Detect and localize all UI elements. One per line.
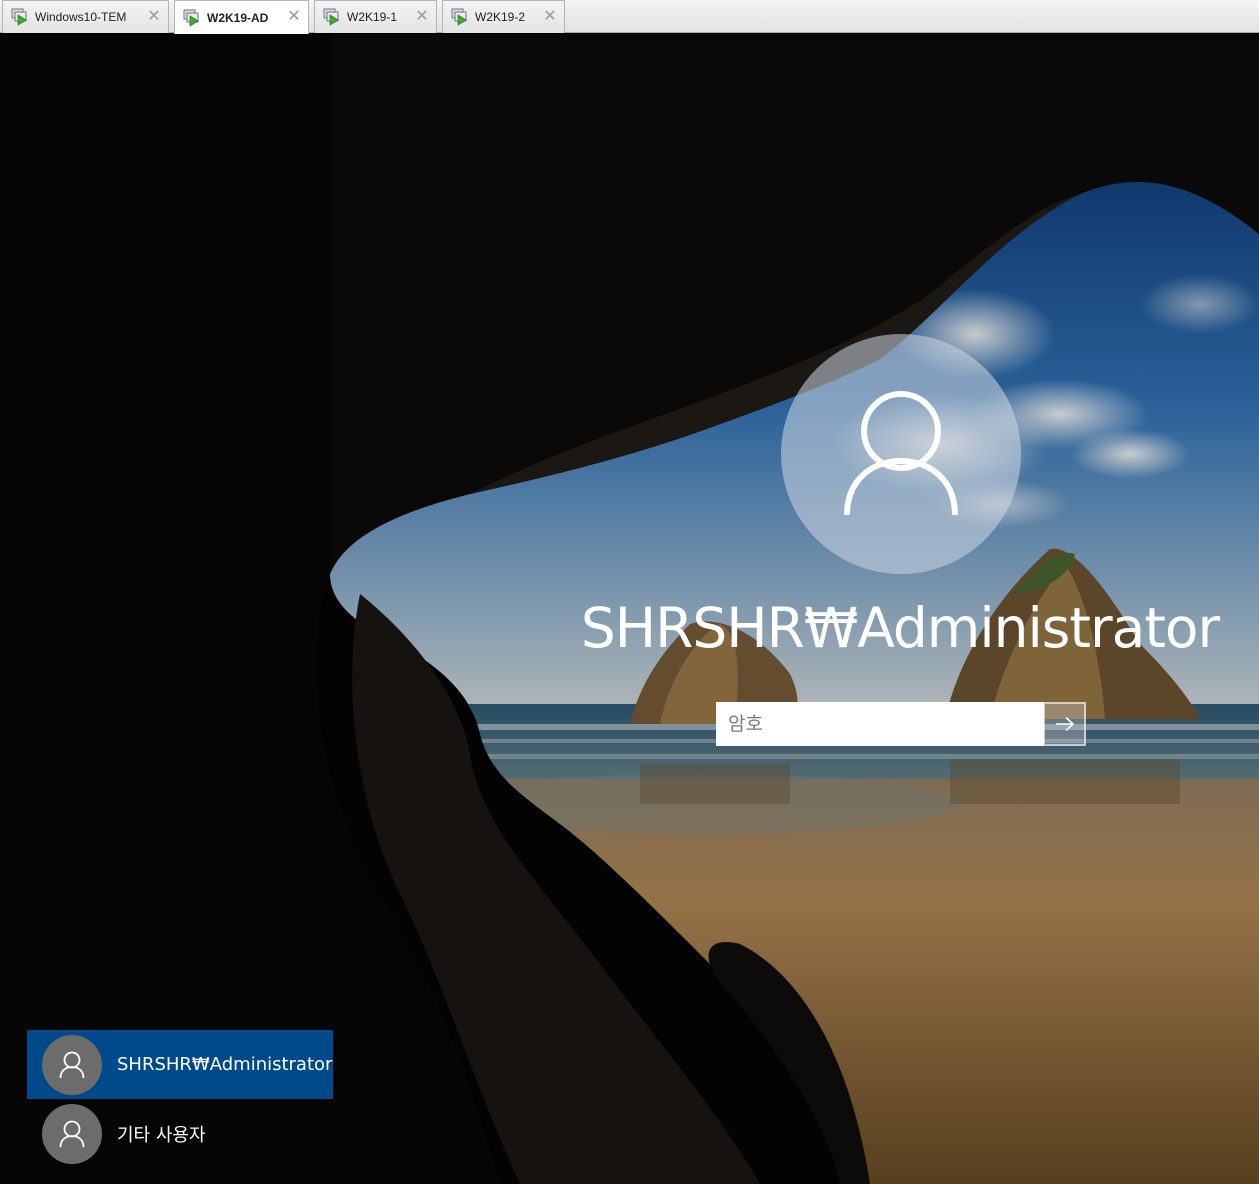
tab-w2k19-ad[interactable]: W2K19-AD ✕: [174, 0, 309, 34]
tab-w2k19-1[interactable]: W2K19-1 ✕: [314, 0, 437, 33]
tab-label: Windows10-TEM: [35, 10, 127, 24]
close-icon[interactable]: ✕: [542, 8, 558, 24]
user-avatar: [42, 1034, 102, 1095]
user-item-label: 기타 사용자: [117, 1124, 206, 1146]
password-form: [716, 702, 1086, 746]
tab-label: W2K19-2: [475, 10, 526, 24]
vm-tab-bar: Windows10-TEM ✕ W2K19-AD ✕ W2K19-1 ✕ W2K…: [0, 0, 1259, 34]
arrow-right-icon: [1055, 716, 1074, 732]
user-item-other-user[interactable]: 기타 사용자: [27, 1099, 333, 1168]
user-item-administrator[interactable]: SHRSHR₩Administrator: [27, 1030, 333, 1099]
user-icon: [59, 1051, 85, 1078]
tab-w2k19-2[interactable]: W2K19-2 ✕: [442, 0, 565, 33]
vm-running-icon: [323, 8, 341, 26]
user-avatar: [42, 1103, 102, 1164]
user-icon: [844, 391, 958, 516]
close-icon[interactable]: ✕: [286, 8, 302, 24]
username-title: SHRSHR₩Administrator: [580, 596, 1220, 660]
password-input[interactable]: [716, 702, 1044, 746]
vm-running-icon: [183, 9, 201, 27]
vm-running-icon: [451, 8, 469, 26]
lock-screen: SHRSHR₩Administrator SHRSHR₩Administrato…: [0, 34, 1259, 1184]
user-icon: [59, 1120, 85, 1147]
user-avatar-large: [781, 334, 1021, 574]
user-list: SHRSHR₩Administrator 기타 사용자: [27, 1030, 333, 1168]
submit-button[interactable]: [1043, 702, 1086, 746]
vm-running-icon: [11, 8, 29, 26]
tab-label: W2K19-AD: [207, 10, 269, 25]
tab-windows10-tem[interactable]: Windows10-TEM ✕: [2, 0, 169, 33]
close-icon[interactable]: ✕: [414, 8, 430, 24]
close-icon[interactable]: ✕: [146, 8, 162, 24]
user-item-label: SHRSHR₩Administrator: [117, 1054, 333, 1075]
tab-label: W2K19-1: [347, 10, 398, 24]
